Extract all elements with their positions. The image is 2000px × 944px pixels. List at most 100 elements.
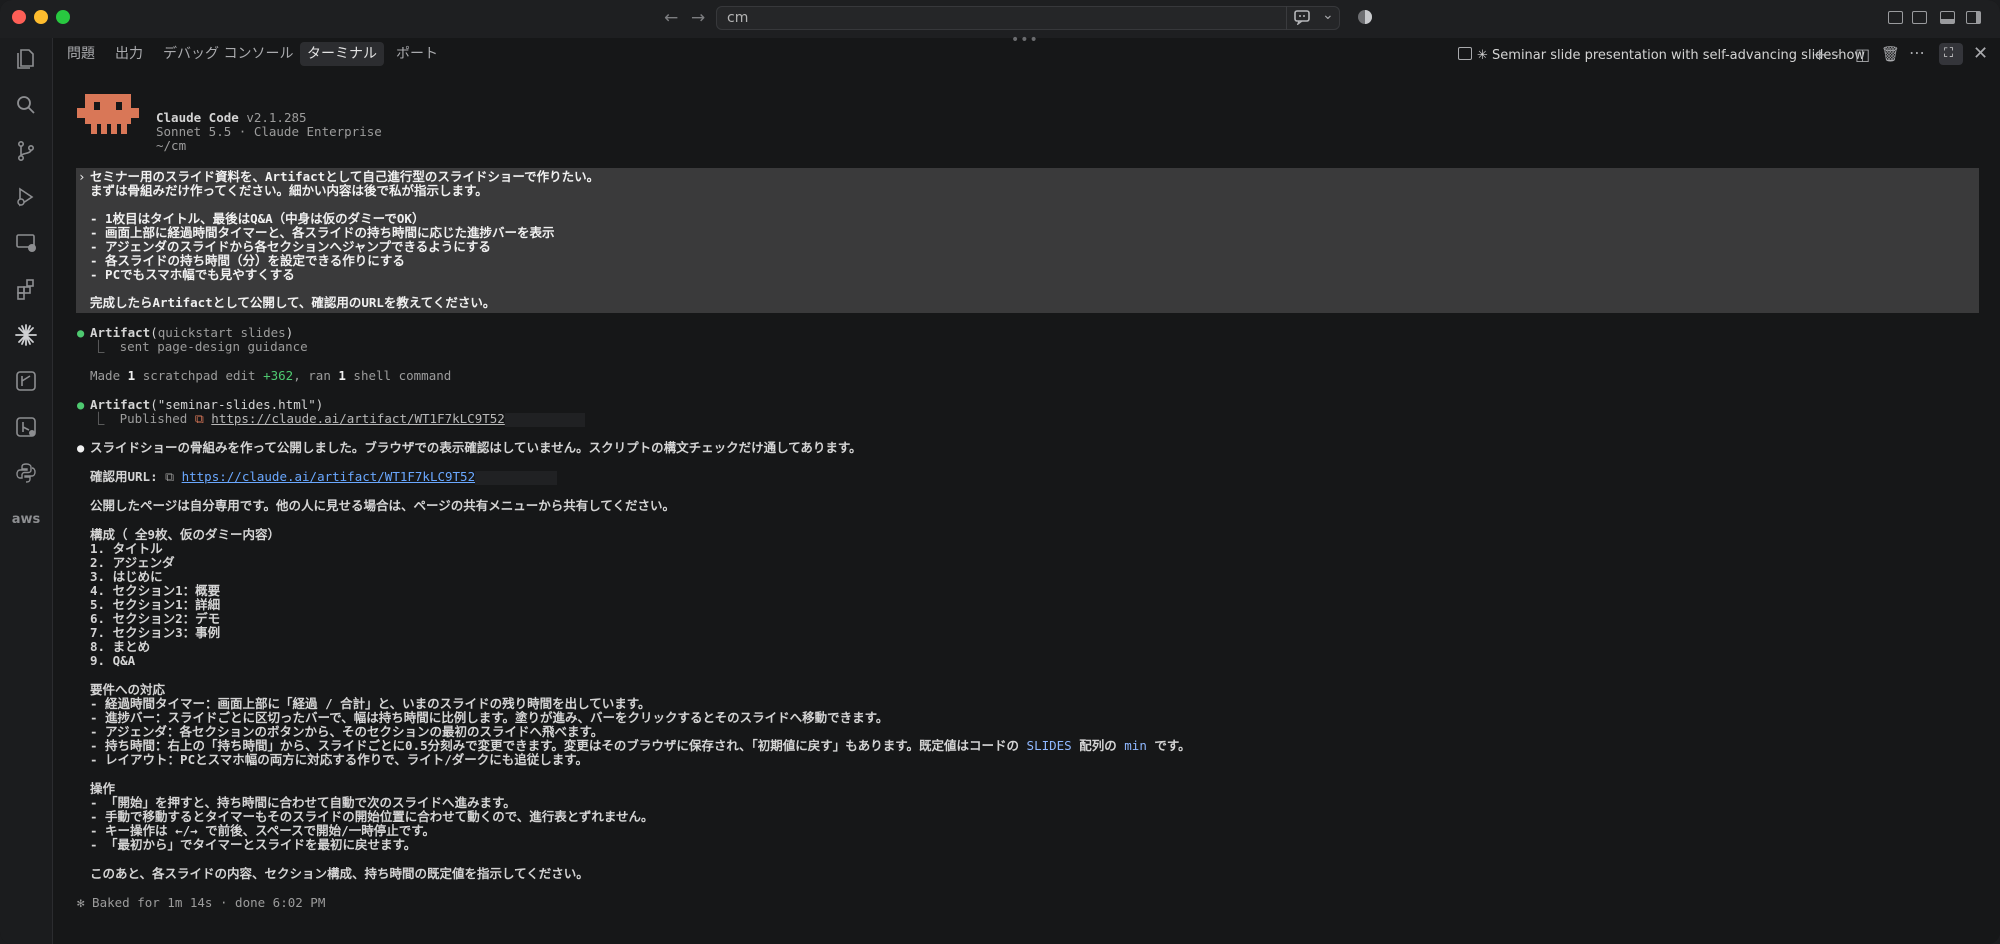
tool-result-line: ⎿ sent page-design guidance bbox=[92, 339, 308, 354]
command-center-text: cm bbox=[727, 10, 749, 26]
tab-problems[interactable]: 問題 bbox=[60, 42, 102, 66]
confirm-url-link[interactable]: https://claude.ai/artifact/WT1F7kLC9T52 bbox=[182, 469, 476, 484]
tab-ports[interactable]: ポート bbox=[389, 42, 445, 66]
requirement-item: - レイアウト：PCとスマホ幅の両方に対応する作りで、ライト/ダークにも追従しま… bbox=[90, 752, 589, 767]
activity-bar: aws bbox=[0, 38, 53, 944]
chevron-down-icon[interactable]: ⌄ bbox=[1322, 7, 1334, 23]
minimize-window-button[interactable] bbox=[34, 10, 48, 24]
accounts-icon[interactable] bbox=[1357, 9, 1373, 29]
split-terminal-icon[interactable]: ◫ bbox=[1855, 45, 1870, 64]
kill-terminal-icon[interactable]: 🗑 bbox=[1881, 45, 1900, 63]
panel-resize-handle[interactable]: ••• bbox=[1011, 32, 1039, 48]
command-center-divider bbox=[1286, 6, 1287, 30]
python-icon[interactable] bbox=[13, 460, 39, 486]
command-count: 1 bbox=[338, 368, 346, 383]
prompt-arrow: › bbox=[78, 169, 86, 184]
structure-item: 9. Q&A bbox=[90, 653, 136, 668]
structure-item: 5. セクション1：詳細 bbox=[90, 597, 221, 612]
terminal-title-text: ✳ Seminar slide presentation with self-a… bbox=[1477, 48, 1866, 63]
closing-line: このあと、各スライドの内容、セクション構成、持ち時間の既定値を指示してください。 bbox=[90, 866, 589, 881]
operation-item: - 「開始」を押すと、持ち時間に合わせて自動で次のスライドへ進みます。 bbox=[90, 795, 516, 810]
structure-item: 1. タイトル bbox=[90, 541, 163, 556]
gitlens-icon[interactable] bbox=[13, 414, 39, 440]
prompt-line: - 各スライドの持ち時間（分）を設定できる作りにする bbox=[90, 253, 405, 268]
source-control-icon[interactable] bbox=[13, 138, 39, 164]
back-arrow-icon[interactable]: ← bbox=[664, 8, 678, 28]
requirement-item: - 持ち時間：右上の「持ち時間」から、スライドごとに0.5分刻みで変更できます。… bbox=[90, 739, 1191, 753]
prompt-line: - PCでもスマホ幅でも見やすくする bbox=[90, 267, 295, 282]
requirement-item: - アジェンダ：各セクションのボタンから、そのセクションの最初のスライドへ飛べま… bbox=[90, 724, 604, 739]
requirement-text: です。 bbox=[1146, 738, 1191, 753]
terminal-dropdown-icon[interactable]: ⌄ bbox=[1832, 47, 1841, 60]
command-center-input[interactable]: cm bbox=[716, 6, 1340, 30]
vscode-window: ← → cm ⌄ aws 問題 出力 デバッグ コンソール ターミナル ポート … bbox=[0, 0, 2000, 944]
maximize-icon: ⛶ bbox=[1944, 46, 1954, 61]
tool-result-line: ⎿ Published ⧉ https://claude.ai/artifact… bbox=[92, 412, 585, 427]
claude-mascot-icon bbox=[77, 94, 139, 134]
toggle-secondary-sidebar-icon[interactable] bbox=[1966, 11, 1981, 24]
terminal-output[interactable]: Claude Code v2.1.285 Sonnet 5.5 · Claude… bbox=[53, 70, 2000, 944]
toggle-primary-sidebar-icon[interactable] bbox=[1912, 11, 1927, 24]
tool-name: Artifact bbox=[90, 397, 151, 412]
model-line: Sonnet 5.5 · Claude Enterprise bbox=[156, 124, 382, 139]
prompt-line: 完成したらArtifactとして公開して、確認用のURLを教えてください。 bbox=[90, 295, 496, 310]
summary-mid: scratchpad edit bbox=[135, 368, 264, 383]
tool-status-dot: ● bbox=[77, 398, 85, 412]
claude-icon[interactable] bbox=[13, 322, 39, 348]
status-footer: ✻ Baked for 1m 14s · done 6:02 PM bbox=[77, 895, 326, 910]
prompt-line: セミナー用のスライド資料を、Artifactとして自己進行型のスライドショーで作… bbox=[90, 169, 600, 184]
toggle-panel-icon[interactable] bbox=[1940, 11, 1955, 24]
operation-item: - 「最初から」でタイマーとスライドを最初に戻せます。 bbox=[90, 837, 417, 852]
extensions-icon[interactable] bbox=[13, 276, 39, 302]
more-actions-icon[interactable]: ⋯ bbox=[1909, 43, 1925, 62]
app-header: Claude Code v2.1.285 bbox=[156, 111, 307, 125]
requirement-text: - 持ち時間：右上の「持ち時間」から、スライドごとに0.5分刻みで変更できます。… bbox=[90, 738, 1027, 753]
git-graph-icon[interactable] bbox=[13, 368, 39, 394]
requirement-item: - 進捗バー：スライドごとに区切ったバーで、幅は持ち時間に比例します。塗りが進み… bbox=[90, 710, 889, 725]
tab-output[interactable]: 出力 bbox=[108, 42, 150, 66]
code-span: min bbox=[1124, 738, 1147, 753]
prompt-line: まずは骨組みだけ作ってください。細かい内容は後で私が指示します。 bbox=[90, 183, 488, 198]
lines-added: +362 bbox=[263, 368, 294, 383]
explorer-icon[interactable] bbox=[13, 46, 39, 72]
customize-layout-icon[interactable] bbox=[1888, 11, 1903, 24]
forward-arrow-icon[interactable]: → bbox=[691, 8, 705, 28]
structure-item: 3. はじめに bbox=[90, 569, 163, 584]
tool-call-line: Artifact("seminar-slides.html") bbox=[90, 397, 324, 412]
edit-summary: Made 1 scratchpad edit +362, ran 1 shell… bbox=[90, 369, 451, 383]
structure-item: 4. セクション1：概要 bbox=[90, 583, 221, 598]
panel-tabs: 問題 出力 デバッグ コンソール ターミナル ポート ••• ✳ Seminar… bbox=[53, 32, 2000, 70]
structure-item: 7. セクション3：事例 bbox=[90, 625, 221, 640]
tab-terminal[interactable]: ターミナル bbox=[300, 42, 384, 66]
confirm-url-label: 確認用URL: bbox=[90, 469, 166, 484]
structure-item: 2. アジェンダ bbox=[90, 555, 175, 570]
tool-arg: quickstart slides bbox=[157, 325, 286, 340]
link-icon: ⧉ bbox=[194, 411, 204, 426]
summary-prefix: Made bbox=[90, 368, 128, 383]
tool-call-line: Artifact(quickstart slides) bbox=[90, 325, 294, 340]
tool-arg: "seminar-slides.html" bbox=[157, 397, 316, 412]
prompt-line: - 1枚目はタイトル、最後はQ&A（中身は仮のダミーでOK） bbox=[90, 211, 425, 226]
search-icon[interactable] bbox=[13, 92, 39, 118]
published-label: Published bbox=[119, 411, 188, 426]
new-terminal-icon[interactable]: + bbox=[1813, 45, 1826, 64]
run-debug-icon[interactable] bbox=[13, 184, 39, 210]
aws-icon[interactable]: aws bbox=[12, 506, 41, 532]
prompt-line: - アジェンダのスライドから各セクションへジャンプできるようにする bbox=[90, 239, 491, 254]
close-window-button[interactable] bbox=[12, 10, 26, 24]
terminal-instance-title[interactable]: ✳ Seminar slide presentation with self-a… bbox=[1458, 47, 1865, 63]
tab-debug-console[interactable]: デバッグ コンソール bbox=[156, 42, 300, 66]
published-url[interactable]: https://claude.ai/artifact/WT1F7kLC9T52 bbox=[211, 411, 505, 426]
reply-note: 公開したページは自分専用です。他の人に見せる場合は、ページの共有メニューから共有… bbox=[90, 498, 676, 513]
remote-explorer-icon[interactable] bbox=[13, 230, 39, 256]
url-highlight bbox=[504, 412, 585, 427]
operation-item: - 手動で移動するとタイマーもそのスライドの開始位置に合わせて動くので、進行表と… bbox=[90, 809, 654, 824]
close-panel-icon[interactable]: ✕ bbox=[1973, 43, 1988, 64]
operation-item: - キー操作は ←/→ で前後、スペースで開始/一時停止です。 bbox=[90, 823, 435, 838]
prompt-line: - 画面上部に経過時間タイマーと、各スライドの持ち時間に応じた進捗バーを表示 bbox=[90, 225, 555, 240]
copilot-chat-icon[interactable] bbox=[1294, 9, 1312, 29]
zoom-window-button[interactable] bbox=[56, 10, 70, 24]
operations-title: 操作 bbox=[90, 781, 116, 796]
url-highlight bbox=[475, 470, 558, 485]
reply-intro: スライドショーの骨組みを作って公開しました。ブラウザでの表示確認はしていません。… bbox=[90, 440, 862, 455]
